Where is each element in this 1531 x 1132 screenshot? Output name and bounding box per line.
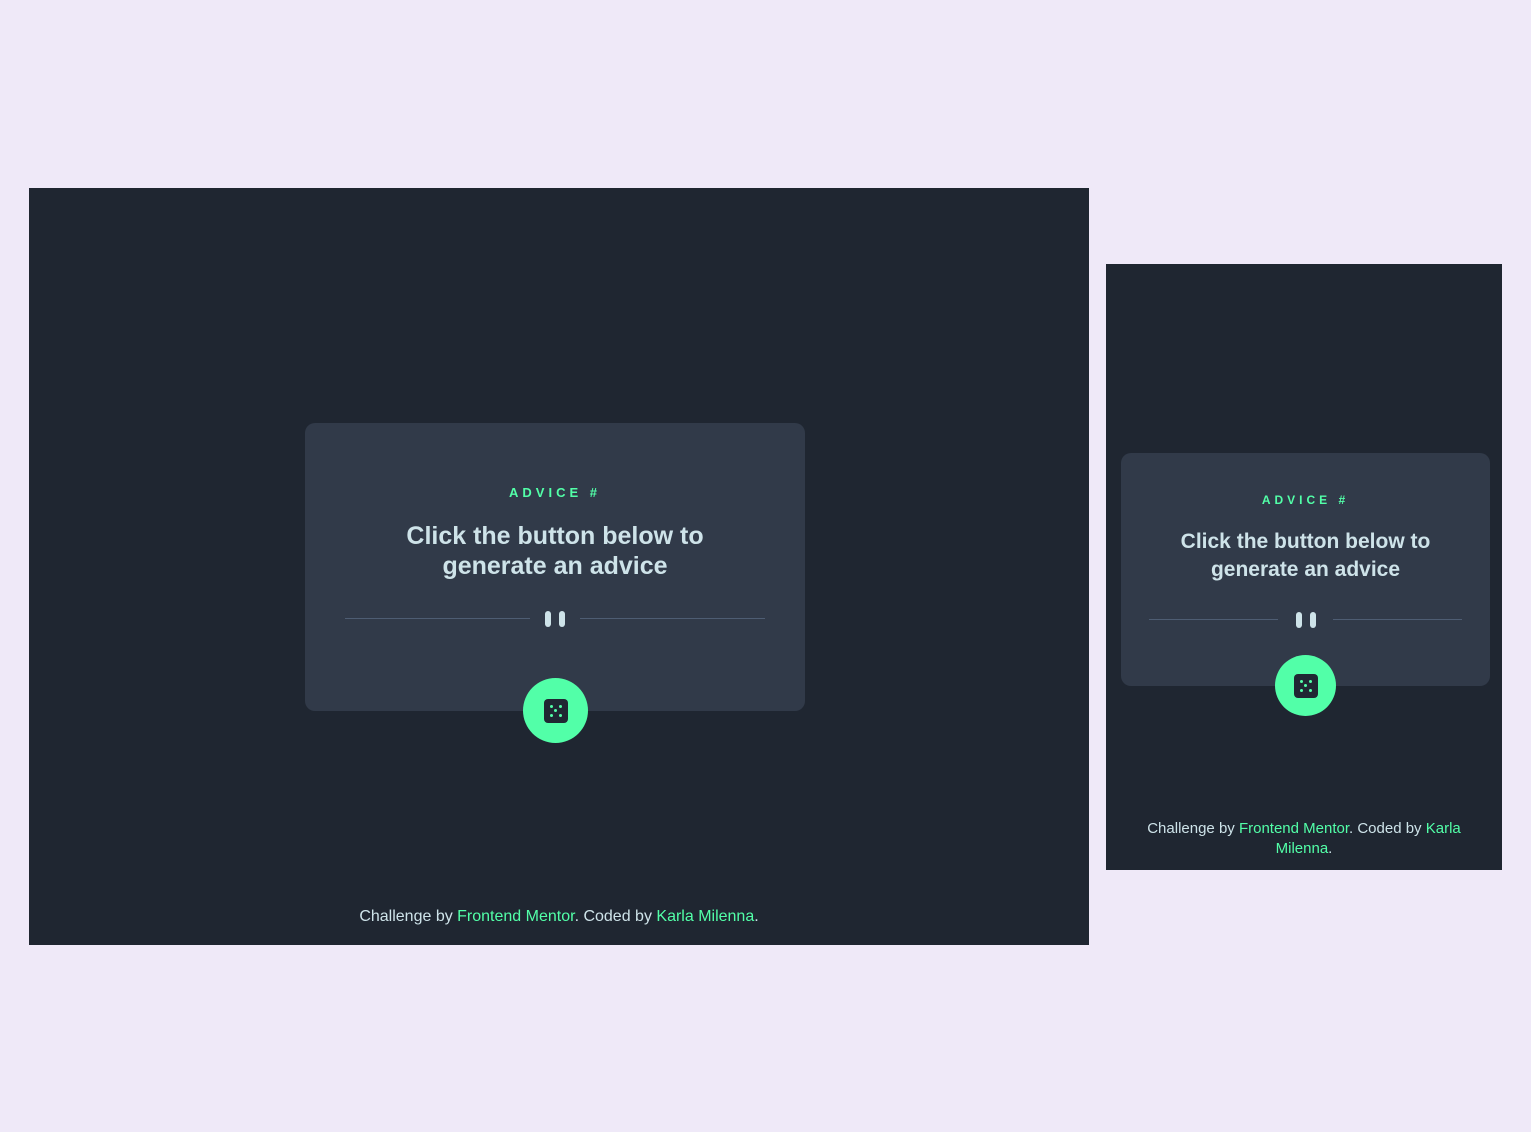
author-link[interactable]: Karla Milenna: [656, 908, 754, 925]
attribution: Challenge by Frontend Mentor. Coded by K…: [29, 908, 1089, 926]
generate-advice-button[interactable]: [523, 678, 588, 743]
attribution-suffix: .: [1328, 840, 1333, 857]
advice-label: ADVICE #: [509, 485, 601, 500]
divider: [1149, 610, 1462, 630]
advice-card: ADVICE # Click the button below to gener…: [305, 423, 805, 711]
frontend-mentor-link[interactable]: Frontend Mentor: [1239, 820, 1349, 837]
pause-icon: [1295, 612, 1316, 628]
advice-card: ADVICE # Click the button below to gener…: [1121, 453, 1490, 686]
divider: [345, 609, 765, 629]
divider-line-left: [345, 618, 530, 619]
advice-text: Click the button below to generate an ad…: [406, 522, 704, 580]
generate-advice-button[interactable]: [1275, 655, 1336, 716]
divider-line-right: [1333, 619, 1462, 620]
desktop-preview: ADVICE # Click the button below to gener…: [29, 188, 1089, 945]
dice-icon: [543, 698, 568, 723]
pause-icon: [545, 611, 565, 627]
attribution-prefix: Challenge by: [1147, 820, 1239, 837]
advice-label: ADVICE #: [1261, 493, 1350, 507]
divider-line-right: [580, 618, 765, 619]
attribution-middle: . Coded by: [574, 908, 657, 925]
attribution: Challenge by Frontend Mentor. Coded by K…: [1106, 819, 1502, 859]
attribution-prefix: Challenge by: [359, 908, 458, 925]
attribution-middle: . Coded by: [1349, 820, 1426, 837]
attribution-suffix: .: [754, 908, 759, 925]
divider-line-left: [1149, 619, 1278, 620]
advice-text: Click the button below to generate an ad…: [1180, 530, 1431, 581]
frontend-mentor-link[interactable]: Frontend Mentor: [457, 908, 574, 925]
dice-icon: [1293, 673, 1318, 698]
mobile-preview: ADVICE # Click the button below to gener…: [1106, 264, 1502, 870]
